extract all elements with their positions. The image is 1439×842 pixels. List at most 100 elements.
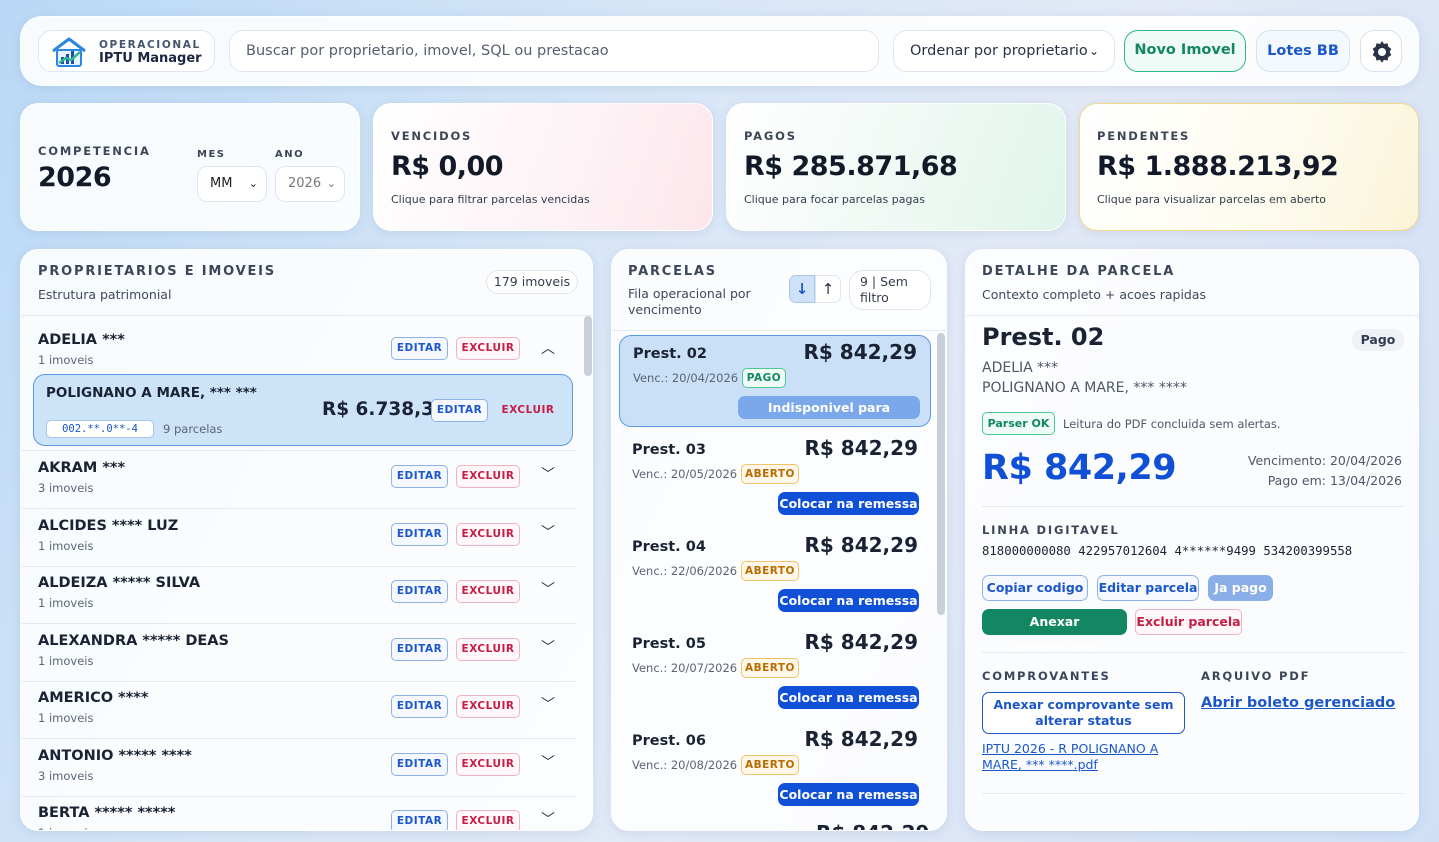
delete-owner-button[interactable]: EXCLUIR bbox=[456, 637, 520, 661]
edit-property-button[interactable]: EDITAR bbox=[431, 399, 488, 422]
competencia-value: 2026 bbox=[38, 162, 112, 193]
parcela-vencimento: Venc.: 22/06/2026 bbox=[632, 564, 738, 578]
owner-count: 1 imoveis bbox=[38, 653, 94, 668]
parser-message: Leitura do PDF concluida sem alertas. bbox=[1063, 417, 1281, 431]
delete-property-button[interactable]: EXCLUIR bbox=[496, 399, 560, 422]
unavailable-remessa-button[interactable]: Indisponivel para remessa bbox=[738, 396, 920, 438]
delete-owner-button[interactable]: EXCLUIR bbox=[456, 580, 520, 603]
owner-row[interactable]: ADELIA *** 1 imoveis EDITAR EXCLUIR ︿ PO… bbox=[21, 316, 576, 450]
sql-badge: 002.**.0**-4 bbox=[46, 420, 154, 438]
vencidos-value: R$ 0,00 bbox=[391, 151, 504, 182]
sort-select[interactable]: Ordenar por proprietario ⌄ bbox=[893, 30, 1115, 72]
edit-parcela-button[interactable]: Editar parcela bbox=[1097, 575, 1199, 601]
chevron-down-icon[interactable]: ﹀ bbox=[541, 752, 555, 772]
parcela-card[interactable]: Prest. 05 R$ 842,29 Venc.: 20/07/2026 ABERT… bbox=[619, 626, 931, 718]
delete-parcela-button[interactable]: Excluir parcela bbox=[1135, 609, 1242, 635]
property-parcelas-count: 9 parcelas bbox=[163, 422, 223, 436]
copy-code-button[interactable]: Copiar codigo bbox=[982, 575, 1088, 601]
attach-without-status-button[interactable]: Anexar comprovante sem alterar status bbox=[982, 692, 1185, 734]
parcelas-scrollbar[interactable] bbox=[937, 333, 945, 615]
detail-value: R$ 842,29 bbox=[982, 448, 1177, 488]
pagos-label: PAGOS bbox=[744, 129, 797, 143]
chevron-down-icon[interactable]: ﹀ bbox=[541, 522, 555, 542]
edit-owner-button[interactable]: EDITAR bbox=[391, 695, 448, 718]
delete-owner-button[interactable]: EXCLUIR bbox=[456, 810, 520, 830]
edit-owner-button[interactable]: EDITAR bbox=[391, 637, 448, 661]
edit-owner-button[interactable]: EDITAR bbox=[391, 580, 448, 603]
owners-title: PROPRIETARIOS E IMOVEIS bbox=[38, 264, 276, 279]
parcela-card[interactable]: Prest. 04 R$ 842,29 Venc.: 22/06/2026 ABERT… bbox=[619, 529, 931, 621]
parcela-card[interactable]: Prest. 03 R$ 842,29 Venc.: 20/05/2026 ABERT… bbox=[619, 432, 931, 524]
sort-asc-button[interactable]: ↑ bbox=[815, 275, 841, 303]
arquivo-pdf-label: ARQUIVO PDF bbox=[1201, 669, 1311, 683]
owner-count: 1 imoveis bbox=[38, 826, 93, 830]
chevron-down-icon[interactable]: ﹀ bbox=[541, 579, 555, 599]
competencia-label: COMPETENCIA bbox=[38, 144, 151, 158]
owner-row[interactable]: BERTA ***** ***** 1 imoveis EDITAR EXCLUIR ﹀ bbox=[21, 796, 576, 830]
pagos-card[interactable]: PAGOS R$ 285.871,68 Clique para focar pa… bbox=[726, 103, 1066, 231]
pendentes-value: R$ 1.888.213,92 bbox=[1097, 151, 1339, 182]
detail-pago-em: Pago em: 13/04/2026 bbox=[1267, 473, 1402, 488]
owner-row[interactable]: AKRAM *** 3 imoveis EDITAR EXCLUIR ﹀ bbox=[21, 451, 576, 508]
vencidos-hint: Clique para filtrar parcelas vencidas bbox=[391, 193, 590, 206]
owner-row[interactable]: ALEXANDRA ***** DEAS 1 imoveis EDITAR EXCLU… bbox=[21, 624, 576, 681]
edit-owner-button[interactable]: EDITAR bbox=[391, 752, 448, 776]
ano-select[interactable]: 2026 ⌄ bbox=[275, 166, 345, 202]
pendentes-label: PENDENTES bbox=[1097, 129, 1191, 143]
owner-name: ALDEIZA ***** SILVA bbox=[38, 575, 201, 591]
parcela-card[interactable]: Prest. 02 R$ 842,29 Venc.: 20/04/2026 PAGO I… bbox=[619, 335, 931, 438]
edit-owner-button[interactable]: EDITAR bbox=[391, 522, 448, 546]
add-to-remessa-button[interactable]: Colocar na remessa bbox=[778, 492, 919, 515]
delete-owner-button[interactable]: EXCLUIR bbox=[456, 752, 520, 776]
sort-desc-button[interactable]: ↓ bbox=[789, 275, 815, 303]
owner-row[interactable]: ANTONIO ***** **** 3 imoveis EDITAR EXCLUIR… bbox=[21, 739, 576, 796]
open-boleto-link[interactable]: Abrir boleto gerenciado bbox=[1201, 695, 1395, 711]
owner-count: 3 imoveis bbox=[38, 481, 94, 495]
pdf-file-link[interactable]: IPTU 2026 - R POLIGNANO A MARE, *** ****… bbox=[982, 741, 1182, 773]
mes-value: MM bbox=[210, 176, 233, 191]
arrow-up-icon: ↑ bbox=[821, 280, 835, 298]
owner-row[interactable]: ALDEIZA ***** SILVA 1 imoveis EDITAR EXCLUI… bbox=[21, 566, 576, 623]
add-to-remessa-button[interactable]: Colocar na remessa bbox=[778, 783, 919, 806]
vencidos-card[interactable]: VENCIDOS R$ 0,00 Clique para filtrar par… bbox=[373, 103, 713, 231]
delete-owner-button[interactable]: EXCLUIR bbox=[456, 522, 520, 546]
delete-owner-button[interactable]: EXCLUIR bbox=[456, 695, 520, 718]
search-input[interactable]: Buscar por proprietario, imovel, SQL ou … bbox=[229, 30, 879, 72]
delete-owner-button[interactable]: EXCLUIR bbox=[456, 337, 520, 360]
edit-owner-button[interactable]: EDITAR bbox=[391, 337, 448, 360]
add-to-remessa-button[interactable]: Colocar na remessa bbox=[778, 686, 919, 709]
delete-owner-button[interactable]: EXCLUIR bbox=[456, 465, 520, 488]
pendentes-card[interactable]: PENDENTES R$ 1.888.213,92 Clique para vi… bbox=[1079, 103, 1419, 231]
edit-owner-button[interactable]: EDITAR bbox=[391, 465, 448, 488]
add-to-remessa-button[interactable]: Colocar na remessa bbox=[778, 589, 919, 612]
status-badge: ABERTO bbox=[741, 658, 799, 678]
mes-select[interactable]: MM ⌄ bbox=[197, 166, 267, 202]
property-card[interactable]: POLIGNANO A MARE, *** *** R$ 6.738,32 ED… bbox=[33, 374, 573, 446]
pendentes-hint: Clique para visualizar parcelas em abert… bbox=[1097, 193, 1327, 206]
brand-subtitle: OPERACIONAL bbox=[99, 39, 201, 51]
new-property-button[interactable]: Novo Imovel bbox=[1124, 30, 1246, 72]
status-badge: Pago bbox=[1352, 329, 1404, 351]
chevron-down-icon[interactable]: ﹀ bbox=[541, 464, 555, 484]
chevron-down-icon[interactable]: ﹀ bbox=[541, 809, 555, 829]
edit-owner-button[interactable]: EDITAR bbox=[391, 810, 448, 830]
parcela-value: R$ 842,29 bbox=[804, 727, 918, 751]
ja-pago-button[interactable]: Ja pago bbox=[1208, 575, 1273, 601]
filter-chip[interactable]: 9 | Sem filtro bbox=[849, 270, 931, 310]
divider bbox=[982, 652, 1404, 653]
chevron-down-icon[interactable]: ﹀ bbox=[541, 694, 555, 714]
brand-name: IPTU Manager bbox=[99, 51, 202, 66]
lotes-bb-button[interactable]: Lotes BB bbox=[1256, 30, 1350, 72]
settings-button[interactable] bbox=[1360, 30, 1402, 72]
parcela-card[interactable]: Prest. 06 R$ 842,29 Venc.: 20/08/2026 ABERT… bbox=[619, 723, 931, 815]
brand-logo[interactable]: OPERACIONAL IPTU Manager bbox=[38, 30, 215, 72]
owners-scrollbar[interactable] bbox=[584, 316, 592, 376]
owner-row[interactable]: ALCIDES **** LUZ 1 imoveis EDITAR EXCLUIR ﹀ bbox=[21, 509, 576, 566]
chevron-down-icon[interactable]: ﹀ bbox=[541, 637, 555, 657]
chevron-down-icon: ⌄ bbox=[248, 177, 258, 190]
attach-receipt-button[interactable]: Anexar comprovante bbox=[982, 609, 1127, 655]
chevron-up-icon[interactable]: ︿ bbox=[541, 338, 555, 358]
parcelas-panel: PARCELAS Fila operacional por vencimento… bbox=[611, 249, 947, 831]
parcela-vencimento: Venc.: 20/04/2026 bbox=[633, 371, 739, 385]
owner-row[interactable]: AMERICO **** 1 imoveis EDITAR EXCLUIR ﹀ bbox=[21, 681, 576, 738]
